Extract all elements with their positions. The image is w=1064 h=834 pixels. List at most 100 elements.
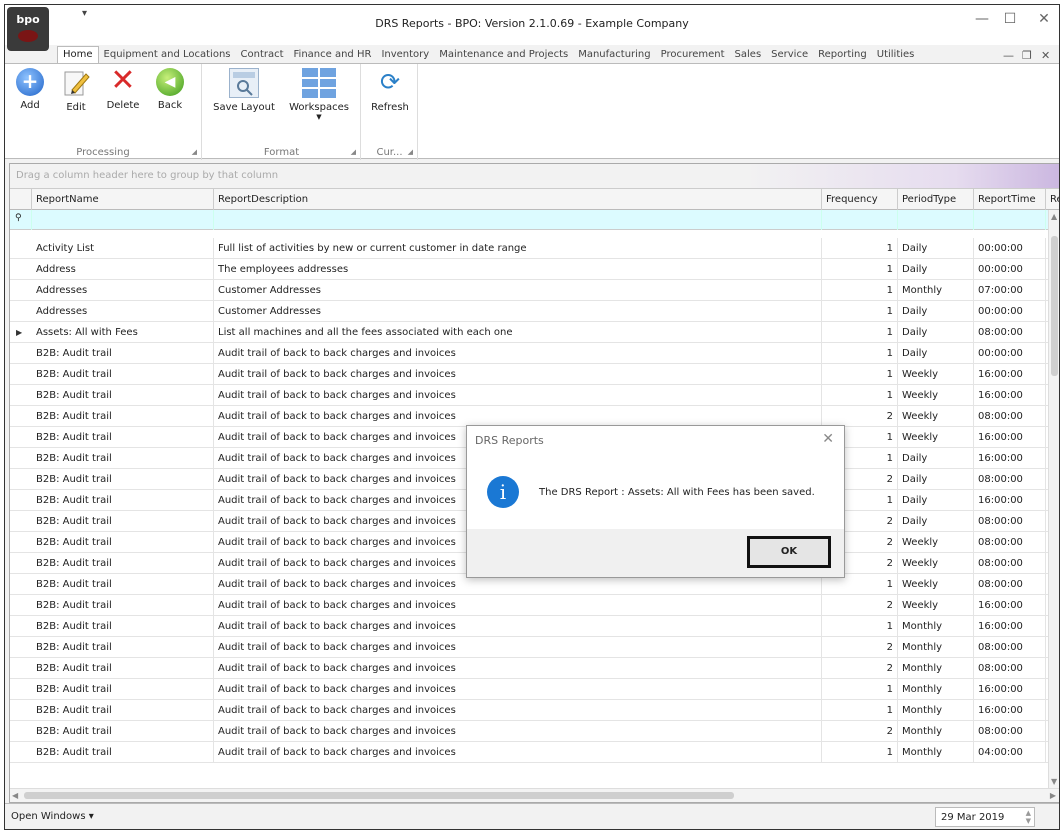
maximize-button[interactable]: ☐ bbox=[999, 11, 1021, 27]
cell-frequency[interactable]: 2 bbox=[822, 406, 898, 427]
cell-frequency[interactable]: 1 bbox=[822, 280, 898, 301]
cell-reporttime[interactable]: 04:00:00 bbox=[974, 742, 1046, 763]
cell-periodtype[interactable]: Daily bbox=[898, 301, 974, 322]
cell-reporttime[interactable]: 16:00:00 bbox=[974, 427, 1046, 448]
scroll-down-icon[interactable]: ▼ bbox=[1051, 777, 1057, 786]
cell-reportname[interactable]: B2B: Audit trail bbox=[32, 742, 214, 763]
cell-reportname[interactable]: Address bbox=[32, 259, 214, 280]
auto-filter-row[interactable]: ⚲ bbox=[10, 210, 1056, 230]
header-truncated-column[interactable]: Re bbox=[1046, 189, 1059, 210]
tab-finance-and-hr[interactable]: Finance and HR bbox=[289, 47, 377, 63]
table-row[interactable]: B2B: Audit trail Audit trail of back to b… bbox=[10, 616, 1056, 637]
cell-reporttime[interactable]: 00:00:00 bbox=[974, 259, 1046, 280]
cell-reporttime[interactable]: 16:00:00 bbox=[974, 385, 1046, 406]
minimize-button[interactable]: — bbox=[971, 11, 993, 27]
table-row[interactable]: B2B: Audit trail Audit trail of back to b… bbox=[10, 364, 1056, 385]
cell-reportdescription[interactable]: Customer Addresses bbox=[214, 301, 822, 322]
cell-periodtype[interactable]: Daily bbox=[898, 448, 974, 469]
cell-periodtype[interactable]: Monthly bbox=[898, 280, 974, 301]
horizontal-scrollbar[interactable]: ◀ ▶ bbox=[10, 788, 1059, 802]
cell-periodtype[interactable]: Monthly bbox=[898, 658, 974, 679]
row-indicator[interactable] bbox=[10, 427, 28, 448]
table-row[interactable]: B2B: Audit trail Audit trail of back to b… bbox=[10, 343, 1056, 364]
cell-reportname[interactable]: Addresses bbox=[32, 280, 214, 301]
table-row[interactable]: Address The employees addresses 1 Daily 00:0… bbox=[10, 259, 1056, 280]
row-indicator[interactable] bbox=[10, 595, 28, 616]
cell-frequency[interactable]: 1 bbox=[822, 385, 898, 406]
row-indicator[interactable] bbox=[10, 280, 28, 301]
ok-button[interactable]: OK bbox=[747, 536, 831, 568]
table-row[interactable]: B2B: Audit trail Audit trail of back to b… bbox=[10, 637, 1056, 658]
horizontal-scroll-thumb[interactable] bbox=[24, 792, 734, 799]
table-row[interactable]: B2B: Audit trail Audit trail of back to b… bbox=[10, 595, 1056, 616]
cell-reportname[interactable]: B2B: Audit trail bbox=[32, 364, 214, 385]
tab-procurement[interactable]: Procurement bbox=[656, 47, 730, 63]
cell-reportname[interactable]: B2B: Audit trail bbox=[32, 637, 214, 658]
date-spinner-icon[interactable]: ▲ ▼ bbox=[1026, 809, 1031, 825]
row-indicator[interactable] bbox=[10, 259, 28, 280]
cell-periodtype[interactable]: Daily bbox=[898, 511, 974, 532]
cell-periodtype[interactable]: Weekly bbox=[898, 595, 974, 616]
cell-frequency[interactable]: 2 bbox=[822, 658, 898, 679]
row-indicator[interactable] bbox=[10, 364, 28, 385]
cell-periodtype[interactable]: Monthly bbox=[898, 637, 974, 658]
tab-equipment-and-locations[interactable]: Equipment and Locations bbox=[99, 47, 236, 63]
cell-reporttime[interactable]: 16:00:00 bbox=[974, 700, 1046, 721]
cell-periodtype[interactable]: Daily bbox=[898, 322, 974, 343]
table-row[interactable]: Addresses Customer Addresses 1 Monthly 07:00… bbox=[10, 280, 1056, 301]
cell-reportname[interactable]: Addresses bbox=[32, 301, 214, 322]
row-indicator[interactable] bbox=[10, 469, 28, 490]
cell-reporttime[interactable]: 07:00:00 bbox=[974, 280, 1046, 301]
cell-periodtype[interactable]: Weekly bbox=[898, 385, 974, 406]
tab-maintenance-and-projects[interactable]: Maintenance and Projects bbox=[434, 47, 573, 63]
cell-reportname[interactable]: B2B: Audit trail bbox=[32, 700, 214, 721]
tab-contract[interactable]: Contract bbox=[236, 47, 289, 63]
mdi-restore-button[interactable]: ❐ bbox=[1022, 49, 1032, 62]
filter-periodtype[interactable] bbox=[898, 210, 974, 230]
cell-periodtype[interactable]: Weekly bbox=[898, 574, 974, 595]
cell-reporttime[interactable]: 16:00:00 bbox=[974, 490, 1046, 511]
dialog-close-button[interactable]: ✕ bbox=[822, 431, 834, 447]
header-frequency[interactable]: Frequency bbox=[822, 189, 898, 210]
cell-reporttime[interactable]: 00:00:00 bbox=[974, 343, 1046, 364]
cell-periodtype[interactable]: Monthly bbox=[898, 721, 974, 742]
cell-periodtype[interactable]: Weekly bbox=[898, 364, 974, 385]
cell-reporttime[interactable]: 08:00:00 bbox=[974, 469, 1046, 490]
add-button[interactable]: + Add bbox=[15, 68, 45, 111]
cell-reportdescription[interactable]: Customer Addresses bbox=[214, 280, 822, 301]
delete-button[interactable]: ✕ Delete bbox=[105, 66, 141, 112]
mdi-close-button[interactable]: ✕ bbox=[1041, 49, 1050, 62]
cell-reportdescription[interactable]: Audit trail of back to back charges and … bbox=[214, 700, 822, 721]
filter-reporttime[interactable] bbox=[974, 210, 1046, 230]
cell-reportname[interactable]: Assets: All with Fees bbox=[32, 322, 214, 343]
cell-reportdescription[interactable]: Audit trail of back to back charges and … bbox=[214, 595, 822, 616]
tab-sales[interactable]: Sales bbox=[730, 47, 767, 63]
cell-reportdescription[interactable]: Audit trail of back to back charges and … bbox=[214, 742, 822, 763]
mdi-minimize-button[interactable]: — bbox=[1003, 49, 1014, 62]
cell-reportname[interactable]: B2B: Audit trail bbox=[32, 511, 214, 532]
table-row[interactable]: B2B: Audit trail Audit trail of back to b… bbox=[10, 700, 1056, 721]
cell-frequency[interactable]: 1 bbox=[822, 259, 898, 280]
header-reporttime[interactable]: ReportTime bbox=[974, 189, 1046, 210]
cell-reportname[interactable]: B2B: Audit trail bbox=[32, 553, 214, 574]
vertical-scrollbar[interactable]: ▲ ▼ bbox=[1048, 210, 1059, 788]
cell-reporttime[interactable]: 08:00:00 bbox=[974, 553, 1046, 574]
row-indicator[interactable] bbox=[10, 679, 28, 700]
row-indicator[interactable] bbox=[10, 574, 28, 595]
cell-frequency[interactable]: 1 bbox=[822, 343, 898, 364]
cell-reportdescription[interactable]: Audit trail of back to back charges and … bbox=[214, 385, 822, 406]
row-indicator[interactable] bbox=[10, 742, 28, 763]
edit-button[interactable]: Edit bbox=[61, 68, 91, 113]
row-indicator[interactable] bbox=[10, 238, 28, 259]
tab-manufacturing[interactable]: Manufacturing bbox=[573, 47, 655, 63]
cell-reporttime[interactable]: 08:00:00 bbox=[974, 532, 1046, 553]
cell-reportname[interactable]: B2B: Audit trail bbox=[32, 595, 214, 616]
cell-reporttime[interactable]: 16:00:00 bbox=[974, 595, 1046, 616]
scroll-left-icon[interactable]: ◀ bbox=[12, 791, 18, 800]
cell-reporttime[interactable]: 16:00:00 bbox=[974, 679, 1046, 700]
cell-reportname[interactable]: B2B: Audit trail bbox=[32, 427, 214, 448]
filter-reportname[interactable] bbox=[32, 210, 214, 230]
row-indicator[interactable] bbox=[10, 658, 28, 679]
cell-periodtype[interactable]: Daily bbox=[898, 490, 974, 511]
table-row[interactable]: Activity List Full list of activities by … bbox=[10, 238, 1056, 259]
